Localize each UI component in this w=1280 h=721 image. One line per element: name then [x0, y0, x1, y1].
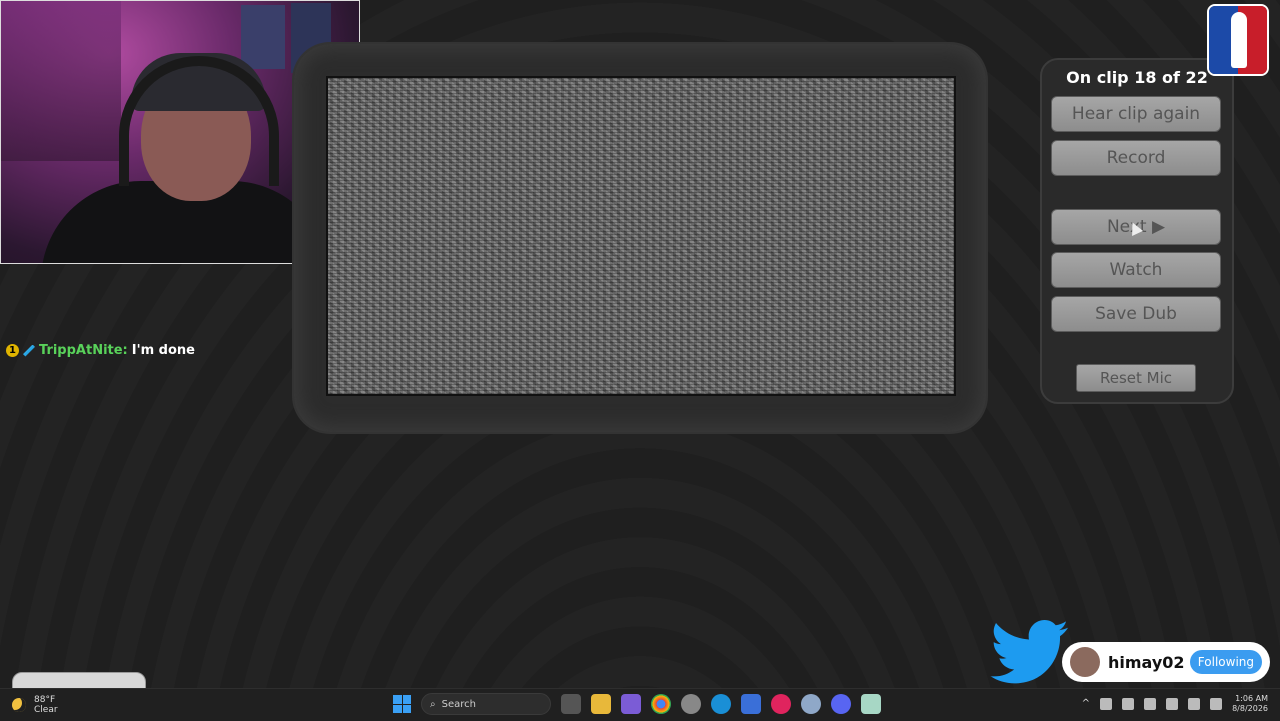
system-tray: ^ 1:06 AM 8/8/2026: [1082, 694, 1268, 714]
save-dub-button[interactable]: Save Dub: [1051, 296, 1221, 332]
hear-clip-again-button[interactable]: Hear clip again: [1051, 96, 1221, 132]
task-view-icon[interactable]: [561, 694, 581, 714]
weather-temp: 88°F: [34, 695, 56, 705]
reset-mic-button[interactable]: Reset Mic: [1076, 364, 1196, 392]
file-explorer-icon[interactable]: [591, 694, 611, 714]
weather-desc: Clear: [34, 705, 58, 715]
weather-widget[interactable]: 88°F Clear: [12, 695, 58, 715]
taskbar: 88°F Clear ⌕ Search ^ 1:06 AM 8/8/2026: [0, 688, 1280, 721]
chrome-icon[interactable]: [651, 694, 671, 714]
obs-icon[interactable]: [801, 694, 821, 714]
taskbar-apps: ⌕ Search: [393, 693, 881, 715]
clock[interactable]: 1:06 AM 8/8/2026: [1232, 694, 1268, 714]
twitter-bird-icon: [990, 620, 1069, 684]
feather-badge-icon: [23, 344, 35, 357]
network-icon[interactable]: [1122, 698, 1135, 710]
league-logo: [1207, 4, 1269, 76]
watch-button[interactable]: Watch: [1051, 252, 1221, 288]
clock-date: 8/8/2026: [1232, 704, 1268, 713]
moon-icon: [12, 698, 26, 712]
clip-counter: On clip 18 of 22: [1066, 68, 1208, 87]
taskbar-search[interactable]: ⌕ Search: [421, 693, 551, 715]
clock-time: 1:06 AM: [1235, 694, 1268, 703]
discord-icon[interactable]: [831, 694, 851, 714]
chat-username: TrippAtNite:: [39, 343, 128, 358]
volume-icon[interactable]: [1210, 698, 1223, 710]
twitter-handle: himay02: [1108, 652, 1185, 672]
media-icon[interactable]: [771, 694, 791, 714]
settings-icon[interactable]: [681, 694, 701, 714]
game-app-icon[interactable]: [861, 694, 881, 714]
edge-icon[interactable]: [711, 694, 731, 714]
copilot-icon[interactable]: [621, 694, 641, 714]
subscriber-badge-icon: 1: [6, 344, 19, 357]
twitter-follow-card: himay02 Following: [1062, 642, 1270, 682]
chat-message: 1 TrippAtNite: I'm done: [6, 343, 195, 358]
display-icon[interactable]: [1166, 698, 1179, 710]
onedrive-icon[interactable]: [1100, 698, 1113, 710]
following-button[interactable]: Following: [1189, 650, 1262, 674]
webcam-background: [1, 1, 121, 161]
windows-start-icon[interactable]: [393, 695, 411, 713]
search-label: Search: [441, 698, 476, 710]
video-static-screen: [326, 76, 956, 396]
store-icon[interactable]: [741, 694, 761, 714]
microphone-icon[interactable]: [1144, 698, 1157, 710]
chat-text: I'm done: [131, 343, 195, 358]
search-icon: ⌕: [430, 698, 436, 710]
logo-figure: [1231, 12, 1247, 68]
avatar: [1070, 647, 1100, 677]
wifi-icon[interactable]: [1188, 698, 1201, 710]
chevron-up-icon[interactable]: ^: [1082, 698, 1090, 710]
game-stage: 1 TrippAtNite: I'm done On clip 18 of 22…: [0, 0, 1280, 696]
webcam-poster: [241, 5, 285, 69]
record-button[interactable]: Record: [1051, 140, 1221, 176]
